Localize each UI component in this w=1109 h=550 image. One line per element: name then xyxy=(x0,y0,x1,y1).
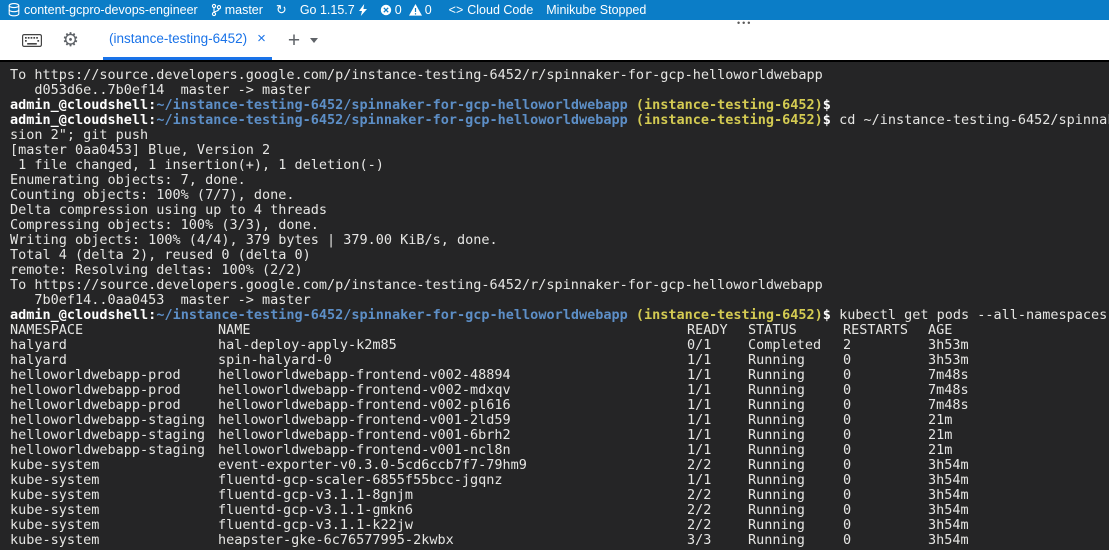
output-line: Enumerating objects: 7, done. xyxy=(10,173,1109,188)
warning-count: 0 xyxy=(425,3,432,17)
panel-more-icon[interactable]: ••• xyxy=(737,18,752,28)
tab-close-icon[interactable]: × xyxy=(257,31,266,46)
statusbar-problems-item[interactable]: 0 0 xyxy=(380,0,436,20)
pod-row: halyardspin-halyard-01/1Running03h53m xyxy=(10,353,1109,368)
settings-gear-icon[interactable]: ⚙ xyxy=(62,29,79,51)
output-line: To https://source.developers.google.com/… xyxy=(10,278,1109,293)
terminal-output[interactable]: To https://source.developers.google.com/… xyxy=(0,60,1109,550)
lightning-icon xyxy=(359,4,367,16)
warning-icon xyxy=(409,4,422,16)
output-line: To https://source.developers.google.com/… xyxy=(10,68,1109,83)
output-line: [master 0aa0453] Blue, Version 2 xyxy=(10,143,1109,158)
output-line: Counting objects: 100% (7/7), done. xyxy=(10,188,1109,203)
output-line: Compressing objects: 100% (3/3), done. xyxy=(10,218,1109,233)
output-line: d053d6e..7b0ef14 master -> master xyxy=(10,83,1109,98)
code-brackets-icon: <> xyxy=(449,3,464,17)
statusbar-go-version-item[interactable]: Go 1.15.7 xyxy=(300,0,367,20)
output-line: 1 file changed, 1 insertion(+), 1 deleti… xyxy=(10,158,1109,173)
terminal-tab-bar: ••• ⚙ (instance-testing-6452) × + xyxy=(0,20,1109,60)
error-count: 0 xyxy=(395,3,402,17)
project-name: content-gcpro-devops-engineer xyxy=(24,3,198,17)
sync-icon: ↻ xyxy=(276,0,287,20)
statusbar-minikube-item[interactable]: Minikube Stopped xyxy=(546,0,646,20)
keyboard-icon[interactable] xyxy=(22,34,42,47)
tab-label: (instance-testing-6452) xyxy=(109,31,247,46)
pod-row: kube-systemfluentd-gcp-v3.1.1-gmkn62/2Ru… xyxy=(10,503,1109,518)
statusbar-cloud-code-item[interactable]: <> Cloud Code xyxy=(449,0,534,20)
output-line: sion 2"; git push xyxy=(10,128,1109,143)
pod-row: kube-systemevent-exporter-v0.3.0-5cd6ccb… xyxy=(10,458,1109,473)
error-icon xyxy=(380,4,392,16)
git-branch-icon xyxy=(211,3,221,17)
statusbar-sync-item[interactable]: ↻ xyxy=(276,0,287,20)
output-line: 7b0ef14..0aa0453 master -> master xyxy=(10,293,1109,308)
statusbar-project-item[interactable]: content-gcpro-devops-engineer xyxy=(8,0,198,20)
tab-dropdown-caret-icon[interactable] xyxy=(310,38,318,43)
statusbar-branch-item[interactable]: master xyxy=(211,0,263,20)
cloudshell-remote-icon xyxy=(8,3,20,17)
prompt-line: admin_@cloudshell:~/instance-testing-645… xyxy=(10,308,1109,323)
cloud-code-label: Cloud Code xyxy=(467,3,533,17)
branch-name: master xyxy=(225,3,263,17)
minikube-status-label: Minikube Stopped xyxy=(546,3,646,17)
pod-row: helloworldwebapp-staginghelloworldwebapp… xyxy=(10,428,1109,443)
pod-row: helloworldwebapp-staginghelloworldwebapp… xyxy=(10,413,1109,428)
pod-row: helloworldwebapp-staginghelloworldwebapp… xyxy=(10,443,1109,458)
pod-row: kube-systemfluentd-gcp-scaler-6855f55bcc… xyxy=(10,473,1109,488)
pods-table-header: NAMESPACENAMEREADYSTATUSRESTARTSAGE xyxy=(10,323,1109,338)
output-line: Total 4 (delta 2), reused 0 (delta 0) xyxy=(10,248,1109,263)
pod-row: helloworldwebapp-prodhelloworldwebapp-fr… xyxy=(10,383,1109,398)
pod-row: halyardhal-deploy-apply-k2m850/1Complete… xyxy=(10,338,1109,353)
status-bar: content-gcpro-devops-engineer master ↻ G… xyxy=(0,0,1109,20)
pod-row: kube-systemfluentd-gcp-v3.1.1-k22jw2/2Ru… xyxy=(10,518,1109,533)
output-line: Writing objects: 100% (4/4), 379 bytes |… xyxy=(10,233,1109,248)
go-version-label: Go 1.15.7 xyxy=(300,3,355,17)
prompt-line: admin_@cloudshell:~/instance-testing-645… xyxy=(10,98,1109,113)
add-tab-button[interactable]: + xyxy=(288,30,300,51)
prompt-line: admin_@cloudshell:~/instance-testing-645… xyxy=(10,113,1109,128)
pod-row: kube-systemheapster-gke-6c76577995-2kwbx… xyxy=(10,533,1109,548)
pod-row: helloworldwebapp-prodhelloworldwebapp-fr… xyxy=(10,398,1109,413)
output-line: remote: Resolving deltas: 100% (2/2) xyxy=(10,263,1109,278)
tab-instance-testing-6452[interactable]: (instance-testing-6452) × xyxy=(103,20,272,60)
pod-row: kube-systemfluentd-gcp-v3.1.1-8gnjm2/2Ru… xyxy=(10,488,1109,503)
pod-row: helloworldwebapp-prodhelloworldwebapp-fr… xyxy=(10,368,1109,383)
output-line: Delta compression using up to 4 threads xyxy=(10,203,1109,218)
